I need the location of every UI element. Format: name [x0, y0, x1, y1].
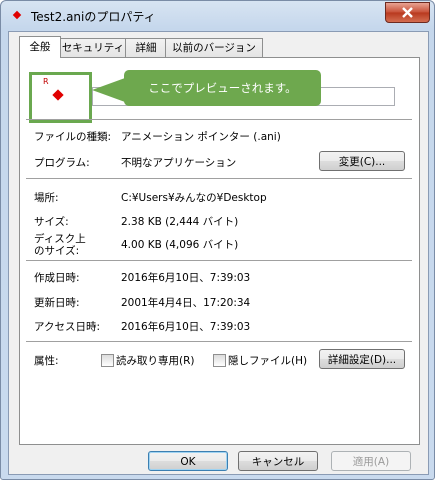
- readonly-label[interactable]: 読み取り専用(R): [116, 353, 195, 368]
- cancel-button[interactable]: キャンセル: [238, 451, 318, 471]
- advanced-button[interactable]: 詳細設定(D)...: [319, 349, 405, 369]
- program-value: 不明なアプリケーション: [121, 157, 237, 169]
- disk-size-label-line1: ディスク上: [34, 233, 86, 245]
- attributes-label: 属性:: [34, 355, 59, 367]
- divider: [26, 178, 412, 179]
- location-label: 場所:: [34, 192, 59, 204]
- accessed-value: 2016年6月10日、7:39:03: [121, 321, 251, 333]
- file-type-value: アニメーション ポインター (.ani): [121, 131, 281, 143]
- size-value: 2.38 KB (2,444 バイト): [121, 216, 239, 228]
- created-label: 作成日時:: [34, 272, 80, 284]
- tab-security[interactable]: セキュリティ: [59, 38, 127, 57]
- ok-button-label: OK: [180, 456, 196, 468]
- apply-button[interactable]: 適用(A): [331, 451, 411, 471]
- properties-window: Test2.aniのプロパティ 全般 セキュリティ 詳細 以前のバージョン R: [0, 0, 435, 480]
- apply-button-label: 適用(A): [352, 456, 390, 468]
- close-icon: [402, 7, 413, 18]
- tab-label: 詳細: [135, 42, 157, 54]
- tab-previous-versions[interactable]: 以前のバージョン: [165, 38, 263, 57]
- size-label: サイズ:: [34, 216, 69, 228]
- change-button[interactable]: 変更(C)...: [319, 151, 405, 171]
- tab-general[interactable]: 全般: [19, 36, 61, 58]
- hidden-checkbox[interactable]: [213, 354, 226, 367]
- close-button[interactable]: [385, 2, 430, 23]
- ok-button[interactable]: OK: [148, 451, 228, 471]
- cancel-button-label: キャンセル: [251, 456, 305, 468]
- preview-callout: ここでプレビューされます。: [124, 70, 321, 106]
- dialog-body: 全般 セキュリティ 詳細 以前のバージョン R ここでプレビューされます。 ファ…: [8, 31, 429, 475]
- general-panel: R ここでプレビューされます。 ファイルの種類: アニメーション ポインター (…: [19, 57, 420, 445]
- file-type-label: ファイルの種類:: [34, 131, 112, 143]
- tab-details[interactable]: 詳細: [125, 38, 167, 57]
- ani-cursor-icon: [12, 10, 22, 20]
- created-value: 2016年6月10日、7:39:03: [121, 272, 251, 284]
- disk-size-value: 4.00 KB (4,096 バイト): [121, 239, 239, 251]
- window-title: Test2.aniのプロパティ: [31, 10, 156, 24]
- readonly-checkbox[interactable]: [101, 354, 114, 367]
- location-value: C:¥Users¥みんなの¥Desktop: [121, 192, 267, 204]
- accessed-label: アクセス日時:: [34, 321, 101, 333]
- disk-size-label-line2: のサイズ:: [34, 245, 80, 257]
- advanced-button-label: 詳細設定(D)...: [327, 354, 397, 366]
- title-bar[interactable]: Test2.aniのプロパティ: [1, 1, 434, 31]
- disk-size-label: ディスク上 のサイズ:: [34, 233, 86, 257]
- hidden-label[interactable]: 隠しファイル(H): [228, 353, 307, 368]
- tab-label: 全般: [29, 41, 51, 53]
- divider: [26, 341, 412, 342]
- callout-pointer: [92, 78, 125, 102]
- file-icon-preview: R: [29, 72, 92, 123]
- tab-label: セキュリティ: [61, 42, 125, 54]
- divider: [26, 260, 412, 261]
- modified-label: 更新日時:: [34, 297, 80, 309]
- ani-cursor-icon: [52, 89, 64, 101]
- change-button-label: 変更(C)...: [338, 156, 386, 168]
- program-label: プログラム:: [34, 157, 90, 169]
- divider: [26, 119, 412, 120]
- preview-caption: R: [43, 77, 49, 86]
- modified-value: 2001年4月4日、17:20:34: [121, 297, 251, 309]
- tab-label: 以前のバージョン: [172, 42, 256, 54]
